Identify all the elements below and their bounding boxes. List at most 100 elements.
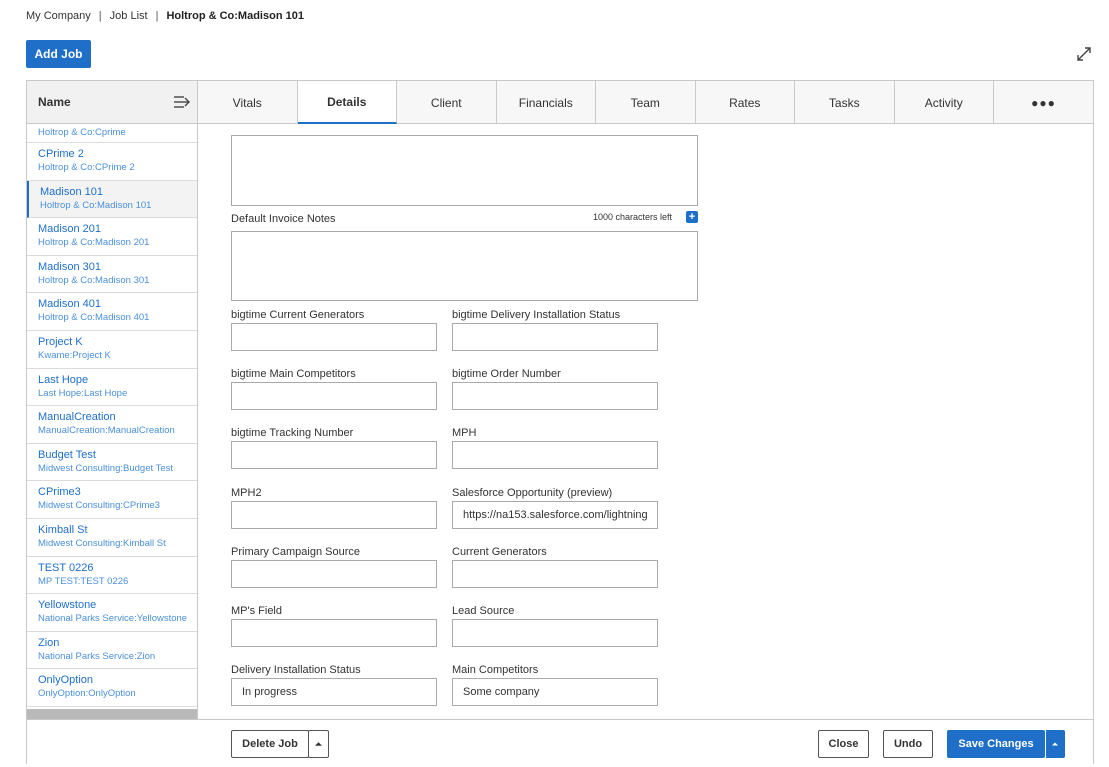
tab-activity[interactable]: Activity (895, 81, 994, 124)
list-item-sub: Midwest Consulting:Budget Test (38, 462, 174, 474)
list-item-name: Kimball St (38, 523, 88, 536)
list-item-name: Madison 401 (38, 298, 101, 311)
list-item-name: Madison 101 (40, 185, 103, 198)
list-item[interactable]: Yellowstone National Parks Service:Yellow… (27, 594, 197, 632)
close-button[interactable]: Close (818, 730, 869, 758)
list-item[interactable]: Holtrop & Co:Cprime (27, 124, 197, 143)
text-field[interactable] (452, 382, 658, 410)
text-field[interactable]: In progress (231, 678, 437, 706)
field-label: Salesforce Opportunity (preview) (452, 487, 613, 499)
field-label: MPH2 (231, 487, 262, 499)
caret-up-icon (315, 742, 322, 746)
list-item-name: TEST 0226 (38, 561, 94, 574)
list-item[interactable]: Madison 301 Holtrop & Co:Madison 301 (27, 256, 197, 294)
undo-button[interactable]: Undo (883, 730, 933, 758)
list-item-sub: Holtrop & Co:Madison 401 (38, 312, 150, 324)
save-changes-button[interactable]: Save Changes (947, 730, 1045, 758)
more-tabs-button[interactable]: ●●● (994, 81, 1093, 124)
expand-icon[interactable] (1075, 45, 1093, 63)
breadcrumb-separator: | (98, 10, 102, 22)
breadcrumb-separator: | (155, 10, 159, 22)
text-field[interactable]: Some company (452, 678, 658, 706)
breadcrumb-my-company[interactable]: My Company (26, 10, 91, 22)
list-item[interactable]: Kimball St Midwest Consulting:Kimball St (27, 519, 197, 557)
job-list-sidebar: Name Holtrop & Co:Cprime CPrime 2 Holtrop… (27, 81, 198, 719)
tab-team[interactable]: Team (596, 81, 696, 124)
list-item-sub: National Parks Service:Zion (38, 650, 156, 662)
list-item-name: Project K (38, 335, 83, 348)
plus-icon[interactable]: + (686, 211, 698, 223)
invoice-notes-textarea[interactable] (231, 231, 698, 301)
list-item[interactable]: Last Hope Last Hope:Last Hope (27, 369, 197, 407)
text-field[interactable] (452, 323, 658, 351)
field-label: bigtime Order Number (452, 368, 561, 380)
text-field[interactable] (231, 323, 437, 351)
text-field[interactable] (231, 501, 437, 529)
list-item-sub: Holtrop & Co:Madison 301 (38, 274, 150, 286)
save-options-button[interactable] (1045, 730, 1065, 758)
text-field[interactable] (231, 560, 437, 588)
job-panel: Name Holtrop & Co:Cprime CPrime 2 Holtrop… (26, 80, 1094, 765)
sidebar-header-title: Name (38, 95, 71, 109)
text-field[interactable] (231, 619, 437, 647)
breadcrumb-current: Holtrop & Co:Madison 101 (166, 10, 304, 22)
list-item[interactable]: OnlyOption OnlyOption:OnlyOption (27, 669, 197, 707)
list-item-name: Madison 201 (38, 223, 101, 236)
list-item[interactable]: Budget Test Midwest Consulting:Budget Tes… (27, 444, 197, 482)
delete-job-button[interactable]: Delete Job (231, 730, 309, 758)
list-item[interactable]: CPrime3 Midwest Consulting:CPrime3 (27, 481, 197, 519)
list-item-name: Yellowstone (38, 599, 97, 612)
text-field[interactable] (231, 441, 437, 469)
list-item-name: CPrime 2 (38, 148, 84, 160)
tab-financials[interactable]: Financials (497, 81, 596, 124)
list-item-name: OnlyOption (38, 674, 94, 687)
field-label: bigtime Delivery Installation Status (452, 309, 621, 321)
list-item[interactable]: TEST 0226 MP TEST:TEST 0226 (27, 557, 197, 595)
field-label: bigtime Tracking Number (231, 427, 354, 439)
list-item[interactable]: Madison 201 Holtrop & Co:Madison 201 (27, 218, 197, 256)
list-item-name: Madison 301 (38, 260, 101, 273)
field-label: Delivery Installation Status (231, 664, 361, 676)
horizontal-scrollbar[interactable] (27, 709, 197, 719)
list-item-sub: Midwest Consulting:CPrime3 (38, 500, 160, 512)
list-item[interactable]: Madison 401 Holtrop & Co:Madison 401 (27, 293, 197, 331)
list-item[interactable]: Project K Kwame:Project K (27, 331, 197, 369)
details-content: Default Invoice Notes 1000 characters le… (198, 124, 1093, 719)
list-item-sub: Kwame:Project K (38, 349, 111, 361)
list-item-name: ManualCreation (38, 411, 116, 424)
list-item-name: CPrime3 (38, 486, 81, 499)
text-field[interactable] (231, 382, 437, 410)
tab-vitals[interactable]: Vitals (198, 81, 298, 124)
tab-client[interactable]: Client (397, 81, 497, 124)
text-field[interactable]: https://na153.salesforce.com/lightning (452, 501, 658, 529)
field-label: bigtime Main Competitors (231, 368, 356, 380)
invoice-notes-label: Default Invoice Notes (231, 213, 336, 225)
list-item[interactable]: Zion National Parks Service:Zion (27, 632, 197, 670)
list-item[interactable]: CPrime 2 Holtrop & Co:CPrime 2 (27, 143, 197, 181)
text-field[interactable] (452, 560, 658, 588)
tab-tasks[interactable]: Tasks (795, 81, 895, 124)
list-item[interactable]: Madison 101 Holtrop & Co:Madison 101 (27, 180, 197, 219)
sidebar-header: Name (27, 81, 197, 124)
list-item-sub: Holtrop & Co:Madison 101 (40, 199, 152, 211)
text-field[interactable] (452, 619, 658, 647)
delete-options-button[interactable] (308, 730, 329, 758)
breadcrumb-job-list[interactable]: Job List (110, 10, 148, 22)
list-item-name: Zion (38, 636, 60, 649)
add-job-button[interactable]: Add Job (26, 40, 91, 68)
notes-textarea[interactable] (231, 135, 698, 206)
list-item-sub: MP TEST:TEST 0226 (38, 575, 129, 587)
list-item-sub: Last Hope:Last Hope (38, 387, 128, 399)
collapse-list-icon[interactable] (173, 95, 191, 109)
list-item[interactable]: ManualCreation ManualCreation:ManualCreat… (27, 406, 197, 444)
tab-details[interactable]: Details (297, 81, 397, 124)
field-label: Current Generators (452, 546, 547, 558)
text-field[interactable] (452, 441, 658, 469)
tab-bar: Vitals Details Client Financials Team Rates Ta… (198, 81, 1093, 124)
tab-rates[interactable]: Rates (696, 81, 795, 124)
list-item-sub: Midwest Consulting:Kimball St (38, 537, 166, 549)
field-label: Main Competitors (452, 664, 539, 676)
field-label: Lead Source (452, 605, 515, 617)
chars-left-counter: 1000 characters left (593, 212, 673, 222)
list-item-sub: OnlyOption:OnlyOption (38, 688, 136, 700)
